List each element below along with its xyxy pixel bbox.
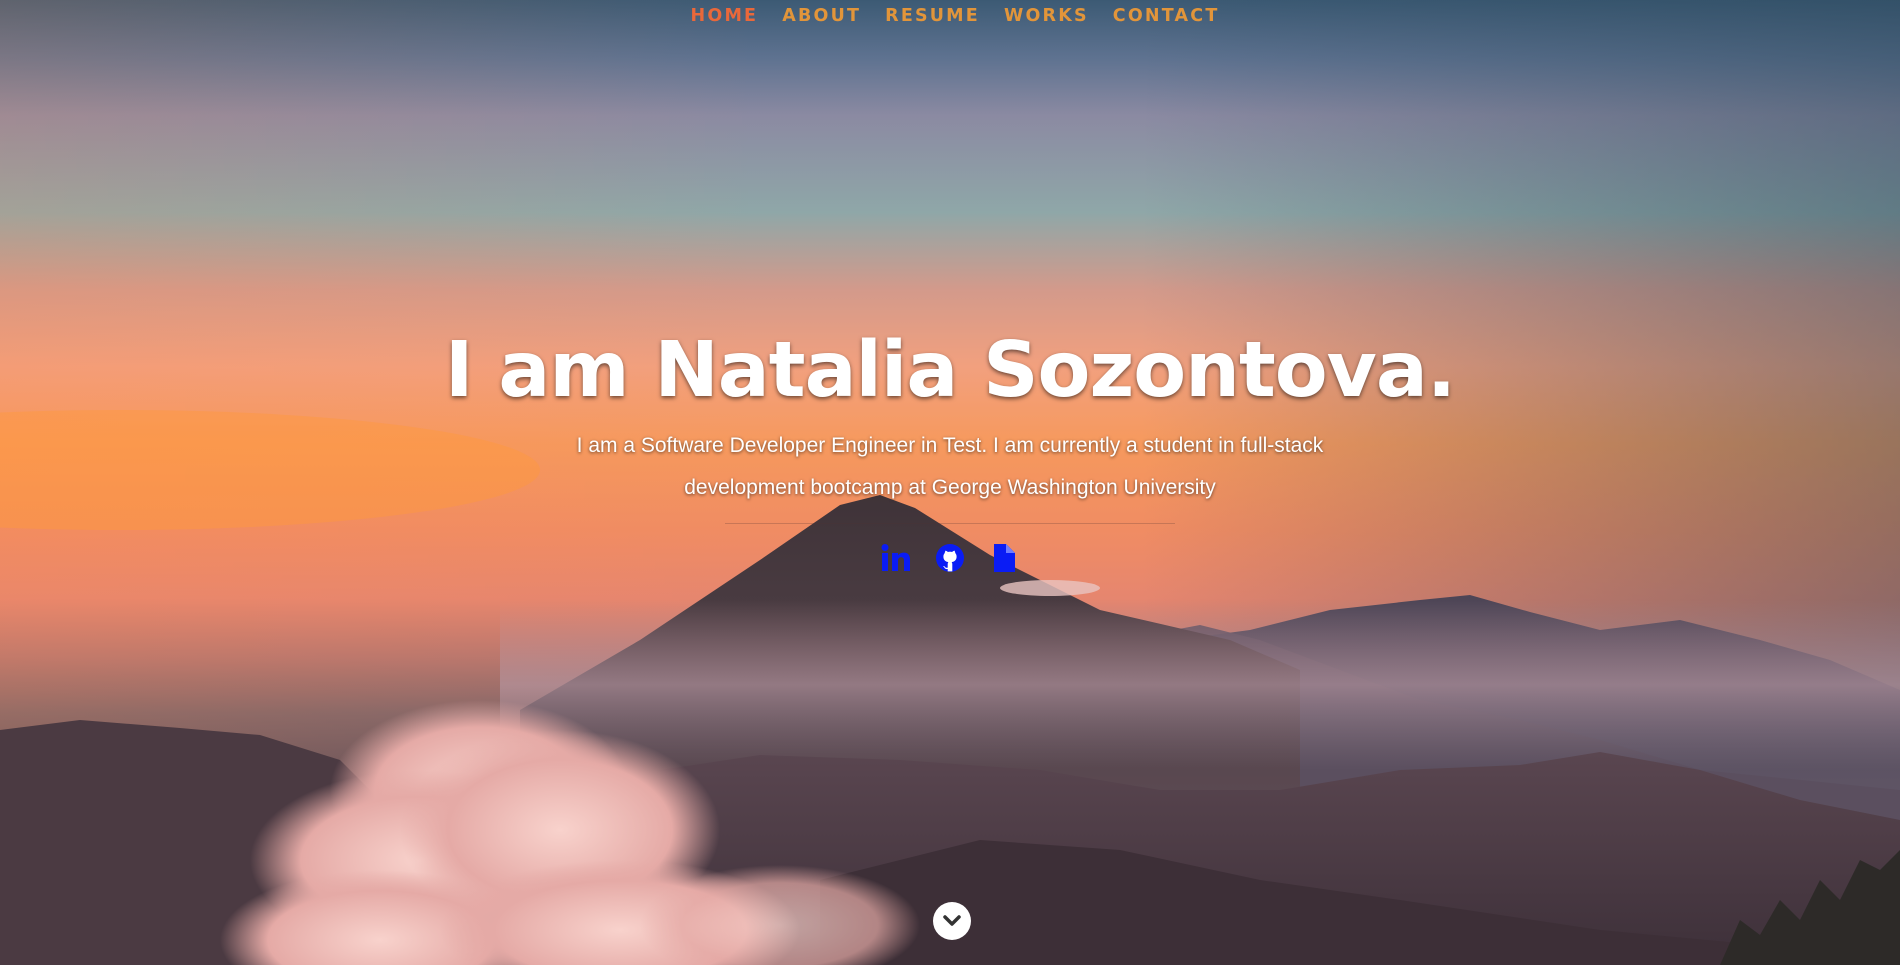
nav-about[interactable]: ABOUT	[782, 6, 861, 26]
main-nav: HOME ABOUT RESUME WORKS CONTACT	[0, 0, 1900, 34]
banner: I am Natalia Sozontova. I am a Software …	[0, 325, 1900, 577]
nav-contact[interactable]: CONTACT	[1113, 6, 1220, 26]
github-link[interactable]	[934, 542, 966, 574]
document-icon	[994, 544, 1015, 572]
scroll-down-button[interactable]	[933, 902, 971, 940]
page-title: I am Natalia Sozontova.	[444, 326, 1456, 415]
tagline: I am a Software Developer Engineer in Te…	[576, 434, 1324, 499]
nav-home[interactable]: HOME	[691, 6, 759, 26]
nav-resume[interactable]: RESUME	[885, 6, 980, 26]
linkedin-link[interactable]	[880, 542, 912, 574]
chevron-down-icon	[943, 915, 961, 926]
divider	[725, 523, 1175, 524]
linkedin-icon	[881, 544, 910, 571]
github-icon	[936, 544, 964, 572]
hero-section: HOME ABOUT RESUME WORKS CONTACT I am Nat…	[0, 0, 1900, 965]
resume-link[interactable]	[988, 542, 1020, 574]
nav-works[interactable]: WORKS	[1004, 6, 1089, 26]
social-links	[880, 542, 1020, 574]
